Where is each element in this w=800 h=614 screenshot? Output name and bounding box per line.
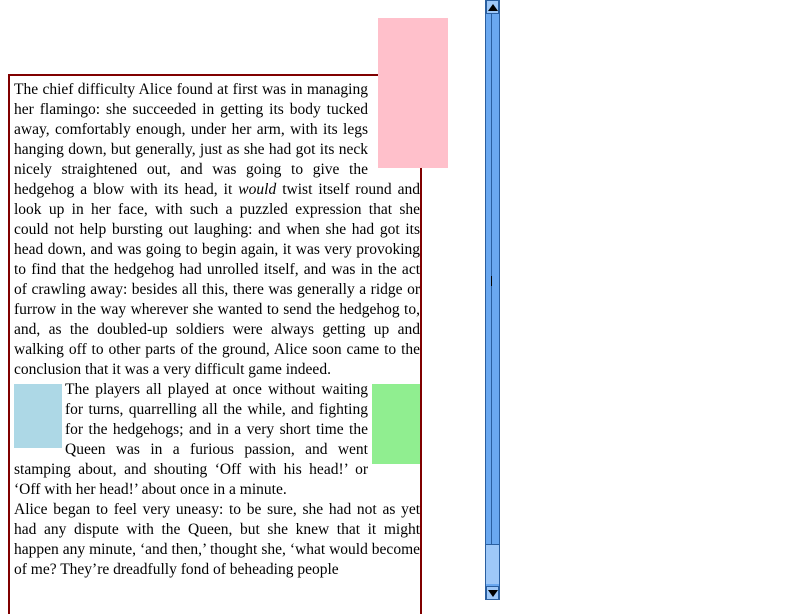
blue-float-block	[14, 384, 62, 448]
paragraph-1-end: twist itself round and look up in her fa…	[14, 181, 420, 378]
paragraph-2: The players all played at once without w…	[14, 381, 368, 498]
scroll-up-button[interactable]	[486, 0, 499, 14]
scrollbar-thumb[interactable]	[486, 544, 499, 584]
paragraph-1: The chief difficulty Alice found at firs…	[14, 80, 420, 380]
pink-float-spacer	[368, 80, 420, 180]
emphasis-would: would	[238, 181, 277, 198]
scroll-down-button[interactable]	[486, 586, 499, 600]
paragraph-3: Alice began to feel very uneasy: to be s…	[14, 501, 420, 578]
article-text: The chief difficulty Alice found at firs…	[14, 80, 420, 580]
arrow-up-icon	[488, 4, 498, 11]
vertical-scrollbar[interactable]	[485, 0, 500, 600]
green-float-block	[372, 384, 420, 464]
arrow-down-icon	[488, 590, 498, 597]
scrollbar-grip-icon	[491, 276, 492, 286]
